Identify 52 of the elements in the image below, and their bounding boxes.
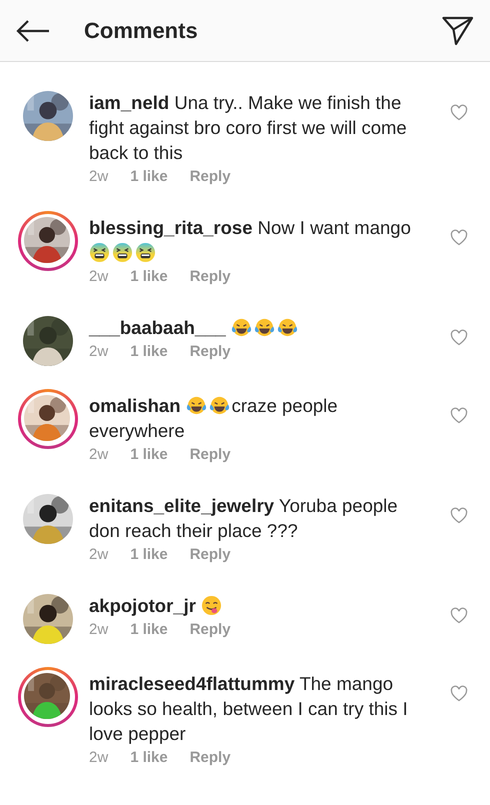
comment-text: enitans_elite_jewelry Yoruba people don reach their place ??? <box>89 494 399 543</box>
heart-icon[interactable] <box>450 104 468 122</box>
heart-icon[interactable] <box>450 229 468 247</box>
comment-text: miracleseed4flattummy The mango looks so health, between I can try this I love pepper <box>89 672 409 746</box>
send-icon[interactable] <box>442 16 474 46</box>
reply-link[interactable]: Reply <box>190 443 231 467</box>
tired-emoji-icon <box>112 242 133 263</box>
timestamp: 2w <box>89 545 108 565</box>
timestamp: 2w <box>89 620 108 640</box>
heart-icon[interactable] <box>450 607 468 625</box>
reply-link[interactable]: Reply <box>190 618 231 642</box>
username[interactable]: ___baabaah___ <box>89 317 226 338</box>
comment-text: omalishan craze people everywhere <box>89 394 339 443</box>
reply-link[interactable]: Reply <box>190 265 231 289</box>
heart-icon[interactable] <box>450 329 468 347</box>
likes-link[interactable]: 1 like <box>130 265 168 289</box>
laughing-emoji-icon <box>208 395 230 416</box>
reply-link[interactable]: Reply <box>190 543 231 567</box>
laughing-emoji-icon <box>230 317 252 338</box>
reply-link[interactable]: Reply <box>190 746 231 770</box>
heart-icon[interactable] <box>450 507 468 525</box>
heart-icon[interactable] <box>450 407 468 425</box>
timestamp: 2w <box>89 445 108 465</box>
tired-emoji-icon <box>89 242 110 263</box>
likes-link[interactable]: 1 like <box>130 543 168 567</box>
laughing-emoji-icon <box>186 395 207 416</box>
likes-link[interactable]: 1 like <box>130 165 168 189</box>
back-arrow-icon[interactable] <box>16 20 50 42</box>
reply-link[interactable]: Reply <box>190 340 231 364</box>
likes-link[interactable]: 1 like <box>130 618 168 642</box>
page-title: Comments <box>84 17 198 45</box>
comment-text: iam_neld Una try.. Make we finish the fight against bro coro first we will come back to this <box>89 91 408 165</box>
username[interactable]: akpojotor_jr <box>89 595 196 616</box>
yum-emoji-icon <box>201 595 222 616</box>
timestamp: 2w <box>89 167 108 187</box>
timestamp: 2w <box>89 267 108 287</box>
reply-link[interactable]: Reply <box>190 165 231 189</box>
username[interactable]: omalishan <box>89 395 180 416</box>
timestamp: 2w <box>89 748 108 768</box>
laughing-emoji-icon <box>276 317 298 338</box>
username[interactable]: miracleseed4flattummy <box>89 673 295 694</box>
laughing-emoji-icon <box>254 317 275 338</box>
tired-emoji-icon <box>135 242 156 263</box>
comment-text: blessing_rita_rose Now I want mango <box>89 215 429 265</box>
likes-link[interactable]: 1 like <box>130 746 168 770</box>
likes-link[interactable]: 1 like <box>130 340 168 364</box>
username[interactable]: iam_neld <box>89 92 170 113</box>
username[interactable]: enitans_elite_jewelry <box>89 495 274 516</box>
likes-link[interactable]: 1 like <box>130 443 168 467</box>
username[interactable]: blessing_rita_rose <box>89 217 252 238</box>
timestamp: 2w <box>89 342 108 362</box>
heart-icon[interactable] <box>450 685 468 703</box>
